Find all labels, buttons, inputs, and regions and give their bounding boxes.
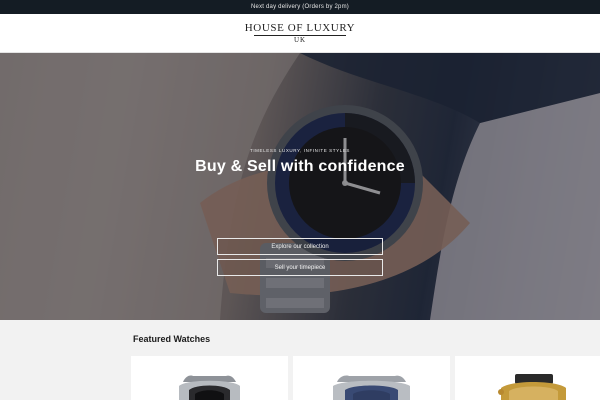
featured-title: Featured Watches xyxy=(133,334,211,344)
product-card[interactable] xyxy=(455,356,600,400)
explore-collection-button[interactable]: Explore our collection xyxy=(217,238,383,255)
product-image xyxy=(179,375,240,400)
hero-kicker: Timeless luxury, infinite styles xyxy=(249,148,351,153)
site-header: HOUSE OF LUXURY UK xyxy=(0,14,600,53)
product-card[interactable] xyxy=(131,356,288,400)
brand-logo[interactable]: HOUSE OF LUXURY UK xyxy=(245,22,355,45)
product-card[interactable] xyxy=(293,356,450,400)
featured-watches-section: Featured Watches xyxy=(0,320,600,400)
brand-region: UK xyxy=(293,35,307,44)
product-image xyxy=(333,375,410,400)
announcement-text: Next day delivery (Orders by 2pm) xyxy=(251,4,349,10)
product-image xyxy=(498,374,566,400)
hero-content: Timeless luxury, infinite styles Buy & S… xyxy=(0,53,600,320)
hero-title: Buy & Sell with confidence xyxy=(195,158,405,175)
sell-timepiece-button[interactable]: Sell your timepiece xyxy=(217,259,383,276)
hero-banner: Timeless luxury, infinite styles Buy & S… xyxy=(0,53,600,320)
brand-name: HOUSE OF LUXURY xyxy=(244,21,356,34)
announcement-bar: Next day delivery (Orders by 2pm) xyxy=(0,0,600,14)
